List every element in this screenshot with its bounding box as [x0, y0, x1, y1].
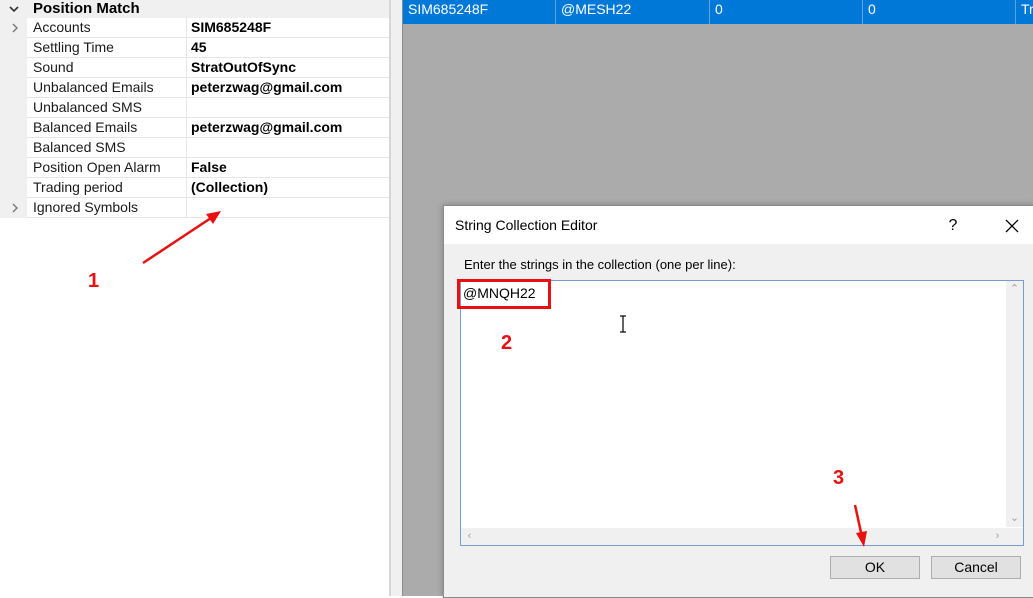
scrollbar-corner [1006, 528, 1023, 545]
property-name: Settling Time [33, 39, 114, 55]
category-title: Position Match [33, 0, 140, 17]
string-collection-editor-dialog: String Collection Editor ? Enter the str… [443, 205, 1033, 598]
property-value[interactable]: 45 [191, 39, 207, 55]
chevron-right-icon[interactable] [9, 22, 21, 34]
property-row-accounts[interactable]: Accounts SIM685248F [0, 18, 389, 38]
annotation-step-1: 1 [88, 270, 100, 292]
property-name: Accounts [33, 19, 91, 35]
annotation-step-2: 2 [501, 332, 513, 354]
strings-textarea[interactable]: @MNQH22 ⌃ ⌄ ‹ › [460, 280, 1024, 546]
grid-cell-qty-2[interactable]: 0 [863, 0, 1018, 24]
chevron-right-icon[interactable] [9, 202, 21, 214]
grid-cell-account[interactable]: SIM685248F [403, 0, 555, 24]
scroll-down-icon[interactable]: ⌄ [1006, 510, 1023, 527]
property-name: Unbalanced SMS [33, 99, 142, 115]
chevron-down-icon[interactable] [8, 3, 20, 15]
category-position-match[interactable]: Position Match [0, 0, 389, 18]
annotation-highlight-box [457, 279, 551, 309]
property-name: Ignored Symbols [33, 199, 139, 215]
dialog-prompt: Enter the strings in the collection (one… [464, 257, 736, 272]
property-name: Unbalanced Emails [33, 79, 154, 95]
text-cursor-icon [620, 315, 626, 333]
property-row-unbalanced-emails[interactable]: Unbalanced Emails peterzwag@gmail.com [0, 78, 389, 98]
property-row-trading-period[interactable]: Trading period (Collection) [0, 178, 389, 198]
grid-cell-status[interactable]: Tr [1016, 0, 1033, 24]
property-name: Position Open Alarm [33, 159, 161, 175]
grid-cell-qty-1[interactable]: 0 [710, 0, 865, 24]
horizontal-scrollbar[interactable]: ‹ › [461, 528, 1006, 545]
property-row-unbalanced-sms[interactable]: Unbalanced SMS [0, 98, 389, 118]
dialog-titlebar[interactable]: String Collection Editor ? [444, 206, 1033, 244]
property-value[interactable]: (Collection) [191, 179, 268, 195]
property-value[interactable]: SIM685248F [191, 19, 271, 35]
property-value[interactable]: StratOutOfSync [191, 59, 296, 75]
property-value[interactable]: peterzwag@gmail.com [191, 79, 342, 95]
dialog-title: String Collection Editor [455, 217, 598, 233]
scroll-right-icon[interactable]: › [989, 528, 1006, 545]
property-row-balanced-emails[interactable]: Balanced Emails peterzwag@gmail.com [0, 118, 389, 138]
cancel-button[interactable]: Cancel [931, 556, 1021, 579]
property-row-sound[interactable]: Sound StratOutOfSync [0, 58, 389, 78]
scroll-left-icon[interactable]: ‹ [461, 528, 478, 545]
property-grid: Position Match Accounts SIM685248F Settl… [0, 0, 391, 596]
property-value[interactable]: peterzwag@gmail.com [191, 119, 342, 135]
grid-cell-symbol[interactable]: @MESH22 [556, 0, 711, 24]
vertical-scrollbar[interactable]: ⌃ ⌄ [1006, 281, 1023, 527]
property-name: Sound [33, 59, 74, 75]
property-name: Trading period [33, 179, 123, 195]
close-icon[interactable] [998, 214, 1026, 238]
selected-grid-row[interactable]: SIM685248F @MESH22 0 0 Tr [403, 0, 1033, 24]
property-row-ignored-symbols[interactable]: Ignored Symbols [0, 198, 389, 218]
property-row-settling-time[interactable]: Settling Time 45 [0, 38, 389, 58]
annotation-step-3: 3 [833, 467, 845, 489]
property-name: Balanced Emails [33, 119, 138, 135]
property-row-position-open-alarm[interactable]: Position Open Alarm False [0, 158, 389, 178]
property-name: Balanced SMS [33, 139, 126, 155]
ok-button[interactable]: OK [830, 556, 920, 579]
property-row-balanced-sms[interactable]: Balanced SMS [0, 138, 389, 158]
property-value[interactable]: False [191, 159, 227, 175]
help-button[interactable]: ? [939, 214, 967, 238]
scroll-up-icon[interactable]: ⌃ [1006, 281, 1023, 298]
